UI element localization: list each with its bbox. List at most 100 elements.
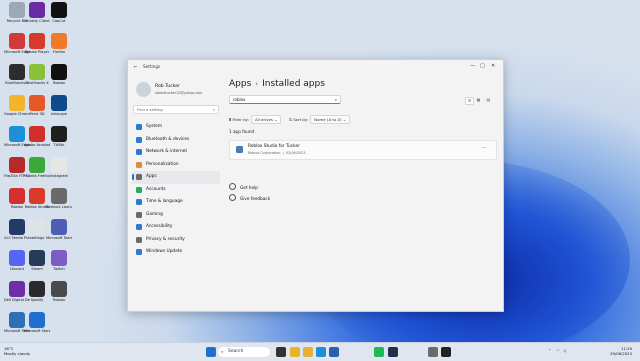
sidebar-item-label: Apps (146, 174, 157, 179)
app-icon (9, 126, 25, 142)
desktop-icon-label: Microsoft Teams (46, 236, 72, 240)
sidebar-item-gaming[interactable]: Gaming (132, 209, 220, 222)
app-name: Roblox Studio for Tucker (248, 144, 300, 149)
desktop-icon[interactable]: Microsoft Teams (46, 219, 72, 249)
app-icon (9, 219, 25, 235)
breadcrumb-apps[interactable]: Apps (229, 79, 251, 89)
back-arrow-icon[interactable]: ← (134, 64, 138, 69)
desktop-icon[interactable]: Instagram (46, 157, 72, 187)
title-bar: ← Settings — □ ✕ (128, 60, 503, 74)
sidebar-item-windows-update[interactable]: Windows Update (132, 246, 220, 259)
search-icon: ⌕ (221, 349, 224, 354)
sidebar-nav: System Bluetooth & devices Network & inter… (132, 121, 220, 259)
desktop-icon[interactable]: Roblox (46, 281, 72, 311)
sidebar-item-network-internet[interactable]: Network & internet (132, 146, 220, 159)
sidebar-item-bluetooth-devices[interactable]: Bluetooth & devices (132, 134, 220, 147)
app-icon (51, 64, 67, 80)
taskbar-spotify-icon[interactable] (374, 347, 384, 357)
app-search-value: roblox (233, 97, 246, 102)
nav-icon (136, 249, 142, 255)
taskbar-edge-icon[interactable] (316, 347, 326, 357)
filter-label: Filter by: (232, 117, 249, 122)
close-button[interactable]: ✕ (491, 63, 495, 69)
nav-icon (136, 236, 142, 243)
sidebar-item-label: Bluetooth & devices (146, 136, 190, 142)
desktop-icon[interactable]: Roblox (46, 64, 72, 94)
sort-dropdown[interactable]: Name (A to Z) ⌄ (310, 115, 351, 124)
sidebar-item-label: Time & language (146, 199, 183, 204)
list-view-button[interactable]: ☰ (465, 97, 474, 105)
taskbar-task-view-icon[interactable] (276, 347, 286, 357)
app-icon (51, 95, 67, 111)
taskbar-start-icon[interactable] (206, 347, 216, 357)
tile-view-button[interactable]: ▤ (485, 97, 492, 103)
sidebar-item-privacy-security[interactable]: Privacy & security (132, 234, 220, 247)
desktop-icon[interactable]: TikTok (46, 126, 72, 156)
result-count: 1 app found (229, 129, 255, 134)
find-setting-placeholder: Find a setting (137, 107, 163, 112)
more-options-button[interactable]: ··· (481, 145, 486, 151)
search-icon: ⌕ (212, 107, 215, 112)
find-setting-input[interactable]: Find a setting ⌕ (133, 105, 219, 114)
weather-widget[interactable]: 18°C Mostly cloudy (4, 346, 30, 356)
app-icon (9, 95, 25, 111)
wifi-icon[interactable]: ◠ (556, 348, 560, 353)
desktop-icon[interactable]: Firefox (46, 33, 72, 63)
sidebar-item-accounts[interactable]: Accounts (132, 184, 220, 197)
sidebar-item-time-language[interactable]: Time & language (132, 196, 220, 209)
sidebar-item-apps[interactable]: Apps (132, 171, 220, 184)
roblox-studio-icon (236, 146, 243, 153)
taskbar-chrome-icon[interactable] (290, 347, 300, 357)
user-name: Rob Tucker (155, 84, 180, 89)
taskbar-steam-icon[interactable] (388, 347, 398, 357)
app-icon (29, 281, 45, 297)
maximize-button[interactable]: □ (480, 63, 485, 69)
sidebar-item-personalization[interactable]: Personalization (132, 159, 220, 172)
filter-dropdown[interactable]: All drives ⌄ (251, 115, 282, 124)
app-icon (29, 2, 45, 18)
taskbar-search-label: Search (228, 349, 244, 354)
sidebar-item-label: Personalization (146, 161, 179, 167)
sidebar-item-system[interactable]: System (132, 121, 220, 134)
taskbar-roblox-icon[interactable] (441, 347, 451, 357)
taskbar-settings-icon[interactable] (428, 347, 438, 357)
give-feedback-link[interactable]: Give feedback (229, 194, 270, 201)
taskbar-file-explorer-icon[interactable] (303, 347, 313, 357)
nav-icon (136, 124, 142, 130)
sidebar-item-label: Windows Update (146, 249, 183, 254)
taskbar-search[interactable]: ⌕ Search (218, 347, 270, 357)
clock[interactable]: 11:29 29/06/2023 (610, 346, 632, 356)
app-icon (29, 64, 45, 80)
get-help-link[interactable]: Get help (229, 183, 258, 190)
chevron-up-icon[interactable]: ⌃ (548, 348, 551, 353)
desktop-icon-label: Inkscape (51, 112, 67, 116)
sidebar-item-label: Privacy & security (146, 236, 185, 242)
weather-desc: Mostly cloudy (4, 351, 31, 356)
minimize-button[interactable]: — (470, 63, 475, 69)
clock-date: 29/06/2023 (610, 351, 632, 356)
nav-icon (136, 136, 142, 143)
grid-view-button[interactable]: ▦ (475, 97, 482, 103)
nav-icon (136, 211, 142, 218)
taskbar-store-icon[interactable] (329, 347, 339, 357)
nav-icon (136, 161, 142, 168)
nav-icon (136, 149, 142, 155)
app-search-input[interactable]: roblox ⌕ (229, 95, 341, 104)
desktop-icon-label: Firefox (53, 50, 65, 54)
desktop-icon[interactable]: CapCut (46, 2, 72, 32)
selection-indicator (132, 174, 134, 180)
help-icon (229, 183, 236, 190)
volume-icon[interactable]: ◁ (563, 348, 566, 353)
app-icon (51, 126, 67, 142)
sort-icon: ⇅ (288, 117, 292, 122)
sidebar-item-accessibility[interactable]: Accessibility (132, 221, 220, 234)
app-list-item[interactable]: Roblox Studio for Tucker Roblox Corporat… (229, 140, 497, 160)
nav-icon (136, 186, 142, 193)
desktop-icon[interactable]: Bedrock Launcher (46, 188, 72, 218)
desktop-icon[interactable]: Inkscape (46, 95, 72, 125)
page-title: Installed apps (262, 79, 325, 89)
desktop-icon[interactable]: Twitch (46, 250, 72, 280)
app-icon (51, 2, 67, 18)
app-icon (51, 33, 67, 49)
desktop-icon[interactable]: Microsoft Store (24, 312, 50, 342)
